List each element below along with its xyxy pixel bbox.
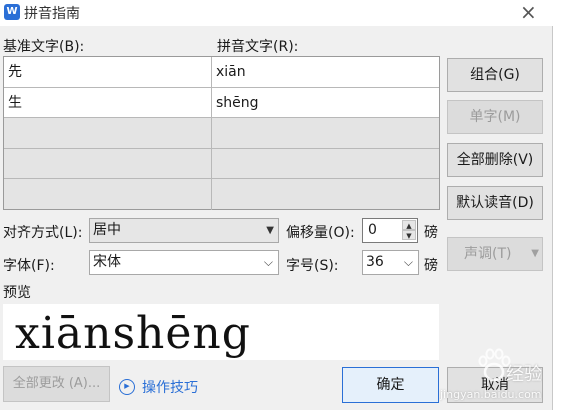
base-text-label: 基准文字(B):: [3, 39, 85, 55]
preview-text: xiānshēng: [15, 308, 251, 359]
window-title: 拼音指南: [24, 6, 80, 22]
font-value: 宋体: [93, 254, 121, 270]
group-button[interactable]: 组合(G): [447, 58, 543, 92]
size-select[interactable]: 36 ⌵: [362, 250, 419, 275]
size-value: 36: [366, 254, 384, 270]
font-select[interactable]: 宋体 ⌵: [89, 250, 279, 275]
ok-button[interactable]: 确定: [342, 367, 439, 403]
cancel-button[interactable]: 取消: [447, 367, 543, 403]
stepper-up-icon[interactable]: ▲: [402, 220, 416, 230]
base-text-cell: [4, 118, 212, 148]
delete-all-button[interactable]: 全部删除(V): [447, 143, 543, 177]
app-icon: W: [4, 4, 20, 20]
chevron-down-icon: ⌵: [263, 255, 273, 269]
base-text-cell: [4, 148, 212, 179]
tips-link[interactable]: 操作技巧: [142, 377, 198, 397]
ruby-text-label: 拼音文字(R):: [217, 39, 299, 55]
preview-label: 预览: [3, 285, 31, 301]
chevron-down-icon: ⌵: [403, 255, 413, 269]
stepper-buttons: ▲ ▼: [402, 220, 416, 241]
ruby-text-cell[interactable]: shēng: [212, 88, 439, 118]
offset-value: 0: [368, 222, 377, 238]
change-all-button[interactable]: 全部更改 (A)...: [3, 366, 110, 402]
close-icon[interactable]: ×: [520, 1, 537, 23]
alignment-select[interactable]: 居中 ▼: [89, 218, 279, 243]
single-button[interactable]: 单字(M): [447, 100, 543, 134]
offset-stepper[interactable]: 0 ▲ ▼: [362, 218, 418, 243]
table-row: 先 xiān: [4, 57, 439, 88]
ruby-text-cell: [212, 118, 439, 148]
table-row: [4, 179, 439, 210]
size-label: 字号(S):: [286, 258, 339, 274]
tone-button[interactable]: 声调(T) ▼: [447, 237, 543, 271]
alignment-label: 对齐方式(L):: [3, 225, 83, 241]
alignment-value: 居中: [93, 222, 121, 238]
base-text-cell[interactable]: 生: [4, 87, 212, 118]
font-label: 字体(F):: [3, 258, 55, 274]
dropdown-arrow-icon: ▼: [531, 248, 539, 259]
default-reading-button[interactable]: 默认读音(D): [447, 186, 543, 220]
preview-area: xiānshēng: [3, 304, 439, 360]
size-unit: 磅: [424, 258, 438, 274]
offset-unit: 磅: [424, 225, 438, 241]
table-row: [4, 148, 439, 180]
title-bar: W 拼音指南 ×: [0, 0, 553, 26]
ruby-text-cell[interactable]: xiān: [212, 57, 439, 87]
base-text-cell: [4, 179, 212, 210]
stepper-down-icon[interactable]: ▼: [402, 230, 416, 240]
table-row: [4, 118, 439, 149]
table-row: 生 shēng: [4, 87, 439, 119]
dropdown-arrow-icon: ▼: [266, 225, 274, 236]
offset-label: 偏移量(O):: [286, 225, 355, 241]
pinyin-table: 先 xiān 生 shēng: [3, 56, 440, 210]
ruby-text-cell: [212, 179, 439, 210]
tone-button-label: 声调(T): [464, 246, 512, 262]
pinyin-guide-dialog: W 拼音指南 × 基准文字(B): 拼音文字(R): 先 xiān 生 shēn…: [0, 0, 553, 410]
ruby-text-cell: [212, 149, 439, 179]
base-text-cell[interactable]: 先: [4, 57, 212, 87]
play-icon[interactable]: ▶: [119, 379, 135, 395]
